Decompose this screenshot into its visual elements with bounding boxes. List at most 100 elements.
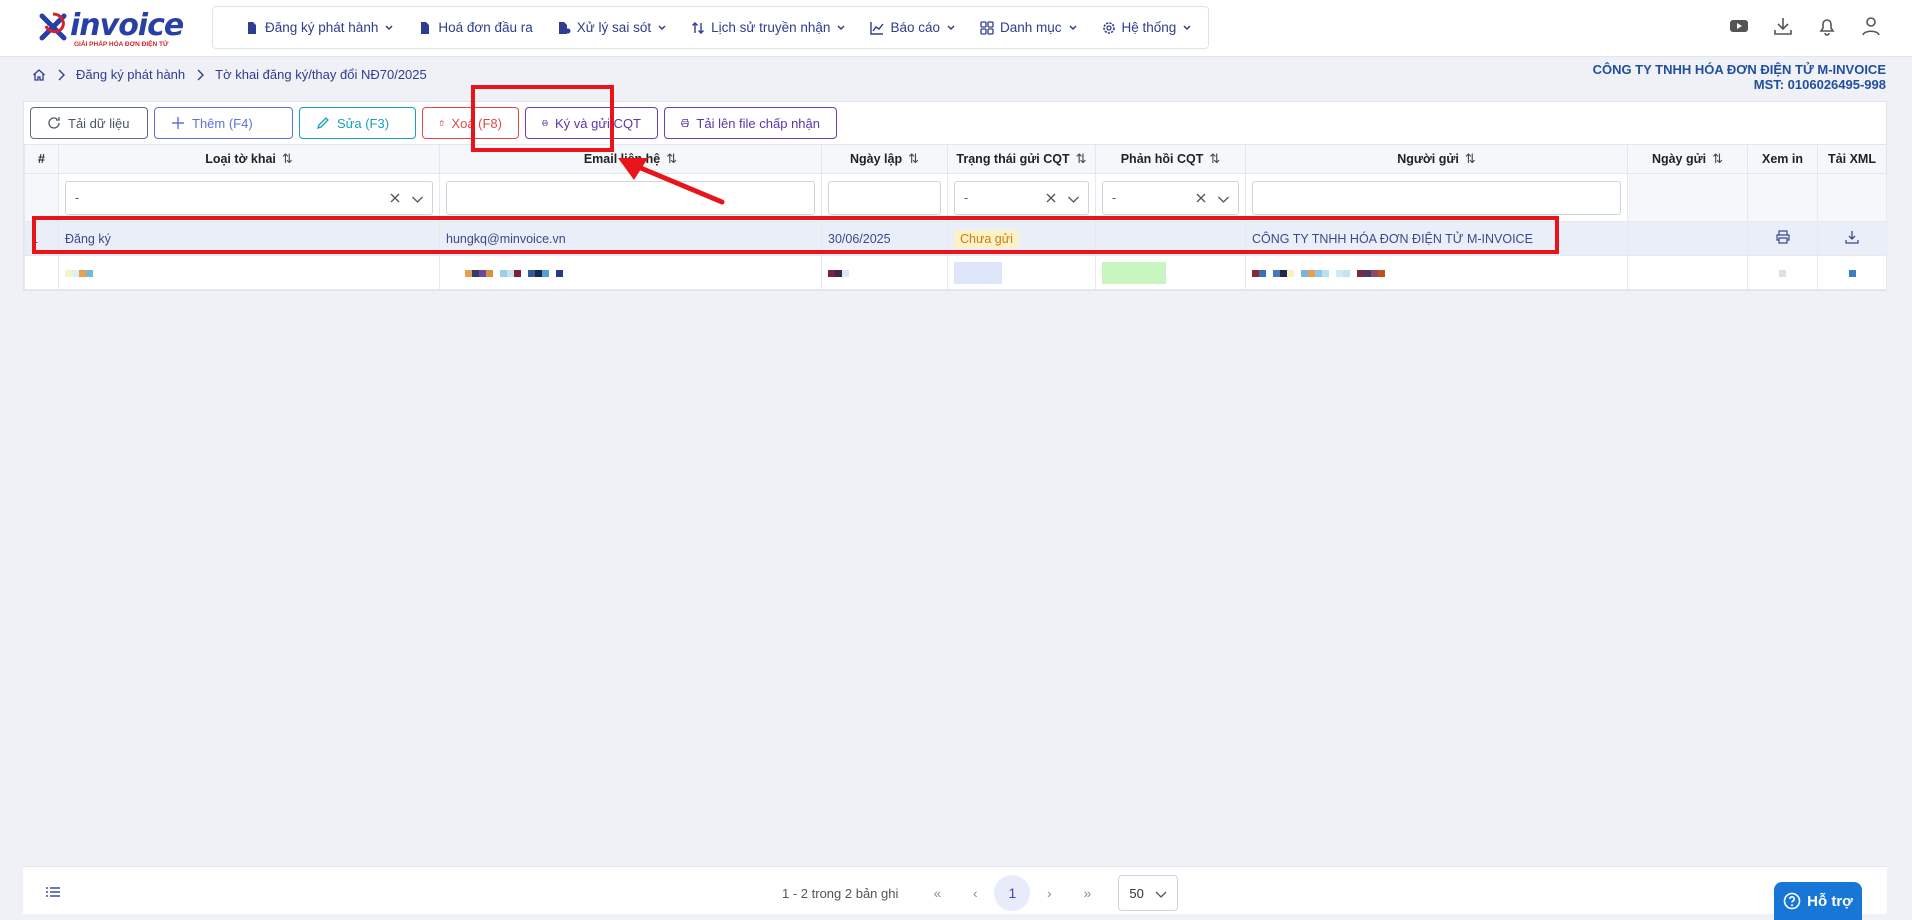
nav-danh-muc[interactable]: Danh mục xyxy=(968,7,1090,48)
nav-label: Báo cáo xyxy=(890,20,940,35)
col-print: Xem in xyxy=(1747,144,1818,174)
annotation-highlight-sign-button xyxy=(471,85,614,152)
sort-icon[interactable]: ⇅ xyxy=(1465,151,1476,167)
nav-label: Đăng ký phát hành xyxy=(265,20,379,35)
main-panel: Tải dữ liệu Thêm (F4) Sửa (F3) Xoá (F8) … xyxy=(23,101,1887,291)
col-date[interactable]: Ngày lập ⇅ xyxy=(821,144,948,174)
col-send-date[interactable]: Ngày gửi ⇅ xyxy=(1627,144,1748,174)
youtube-icon[interactable] xyxy=(1728,15,1750,37)
breadcrumb-level2: Tờ khai đăng ký/thay đổi NĐ70/2025 xyxy=(215,67,427,82)
printer-icon xyxy=(681,119,690,127)
chevron-down-icon[interactable] xyxy=(411,193,424,205)
upload-accept-file-button[interactable]: Tải lên file chấp nhận xyxy=(664,107,837,139)
edit-button[interactable]: Sửa (F3) xyxy=(299,107,416,139)
grid-icon xyxy=(980,20,994,35)
nav-label: Xử lý sai sót xyxy=(576,20,652,35)
page-size-select[interactable]: 50 xyxy=(1118,875,1179,911)
col-sender[interactable]: Người gửi ⇅ xyxy=(1245,144,1628,174)
date-filter-input[interactable] xyxy=(828,180,941,215)
col-feedback[interactable]: Phản hồi CQT ⇅ xyxy=(1095,144,1246,174)
company-name: CÔNG TY TNHH HÓA ĐƠN ĐIỆN TỬ M-INVOICE xyxy=(1592,62,1886,77)
chevron-down-icon[interactable] xyxy=(1067,193,1080,205)
chevron-right-icon xyxy=(197,69,205,80)
record-count: 1 - 2 trong 2 bản ghi xyxy=(782,885,899,901)
top-bar: invoice GIẢI PHÁP HÓA ĐƠN ĐIỆN TỬ Đăng k… xyxy=(0,0,1912,57)
company-tax-code: MST: 0106026495-998 xyxy=(1753,77,1886,92)
col-index: # xyxy=(24,144,59,174)
col-type[interactable]: Loại tờ khai ⇅ xyxy=(58,144,440,174)
chart-line-icon xyxy=(870,21,884,35)
obscured-cell xyxy=(1817,255,1887,290)
type-filter-select[interactable]: - xyxy=(65,180,433,215)
logo-mark-icon xyxy=(39,12,67,41)
home-icon[interactable] xyxy=(32,68,46,82)
annotation-arrow-icon xyxy=(618,158,725,205)
feedback-filter-select[interactable]: - xyxy=(1102,180,1239,215)
next-page-button[interactable]: › xyxy=(1030,876,1068,910)
sender-filter-input[interactable] xyxy=(1252,180,1621,215)
reload-button[interactable]: Tải dữ liệu xyxy=(30,107,148,139)
page-button-current[interactable]: 1 xyxy=(994,875,1031,911)
first-page-button[interactable]: « xyxy=(918,876,956,910)
sort-icon[interactable]: ⇅ xyxy=(908,151,919,167)
sort-icon[interactable]: ⇅ xyxy=(1712,151,1723,167)
toolbar: Tải dữ liệu Thêm (F4) Sửa (F3) Xoá (F8) … xyxy=(30,107,837,139)
brand-logo[interactable]: invoice GIẢI PHÁP HÓA ĐƠN ĐIỆN TỬ xyxy=(36,8,184,48)
user-icon[interactable] xyxy=(1860,15,1882,37)
table-row-obscured[interactable] xyxy=(24,255,1887,290)
refresh-icon xyxy=(48,117,60,129)
clear-icon[interactable] xyxy=(1044,191,1058,205)
cell-send-date xyxy=(1627,221,1748,256)
reload-label: Tải dữ liệu xyxy=(68,115,130,131)
list-icon[interactable] xyxy=(45,884,61,900)
file-icon xyxy=(421,21,430,34)
file-icon xyxy=(248,21,256,34)
chevron-down-icon[interactable] xyxy=(1217,193,1230,205)
printer-icon[interactable] xyxy=(1775,230,1790,244)
company-info: CÔNG TY TNHH HÓA ĐƠN ĐIỆN TỬ M-INVOICE M… xyxy=(1593,62,1886,92)
arrows-updown-icon xyxy=(692,21,705,34)
download-icon[interactable] xyxy=(1772,15,1794,37)
bell-icon[interactable] xyxy=(1816,15,1838,37)
gear-icon xyxy=(1102,21,1115,34)
chevron-down-icon xyxy=(1155,891,1167,898)
obscured-cell xyxy=(1747,255,1818,290)
plus-icon xyxy=(172,117,184,129)
upload-label: Tải lên file chấp nhận xyxy=(696,115,820,131)
help-circle-icon xyxy=(1783,892,1801,910)
pager: 1 - 2 trong 2 bản ghi « ‹ 1 › » 50 xyxy=(782,875,1179,911)
nav-dang-ky-phat-hanh[interactable]: Đăng ký phát hành xyxy=(233,7,406,48)
help-label: Hỗ trợ xyxy=(1807,892,1853,910)
nav-xu-ly-sai-sot[interactable]: Xử lý sai sót xyxy=(545,7,679,48)
obscured-cell xyxy=(947,255,1096,290)
chevron-down-icon xyxy=(947,24,955,30)
status-filter-select[interactable]: - xyxy=(954,180,1089,215)
help-button[interactable]: Hỗ trợ xyxy=(1774,882,1862,920)
add-button[interactable]: Thêm (F4) xyxy=(154,107,293,139)
annotation-highlight-row xyxy=(32,216,1559,254)
header-actions xyxy=(1728,15,1882,37)
prev-page-button[interactable]: ‹ xyxy=(956,876,994,910)
breadcrumb: Đăng ký phát hành Tờ khai đăng ký/thay đ… xyxy=(32,67,427,82)
sort-icon[interactable]: ⇅ xyxy=(1076,151,1087,167)
nav-hoa-don-dau-ra[interactable]: Hoá đơn đầu ra xyxy=(406,7,544,48)
chevron-down-icon xyxy=(658,24,666,30)
obscured-cell xyxy=(439,255,822,290)
sort-icon[interactable]: ⇅ xyxy=(1209,151,1220,167)
clear-icon[interactable] xyxy=(388,191,402,205)
nav-lich-su-truyen-nhan[interactable]: Lịch sử truyền nhận xyxy=(679,7,858,48)
last-page-button[interactable]: » xyxy=(1068,876,1106,910)
sort-icon[interactable]: ⇅ xyxy=(282,151,293,167)
obscured-cell xyxy=(1245,255,1628,290)
cell-print xyxy=(1747,221,1818,256)
nav-bao-cao[interactable]: Báo cáo xyxy=(858,7,968,48)
breadcrumb-level1[interactable]: Đăng ký phát hành xyxy=(76,67,185,82)
col-status[interactable]: Trạng thái gửi CQT ⇅ xyxy=(947,144,1096,174)
download-icon[interactable] xyxy=(1845,230,1859,244)
main-nav: Đăng ký phát hành Hoá đơn đầu ra Xử lý s… xyxy=(212,6,1209,49)
clear-icon[interactable] xyxy=(1194,191,1208,205)
trash-icon xyxy=(439,120,444,126)
cell-xml xyxy=(1817,221,1887,256)
nav-he-thong[interactable]: Hệ thống xyxy=(1090,7,1205,48)
pagination-bar: 1 - 2 trong 2 bản ghi « ‹ 1 › » 50 xyxy=(23,866,1887,914)
